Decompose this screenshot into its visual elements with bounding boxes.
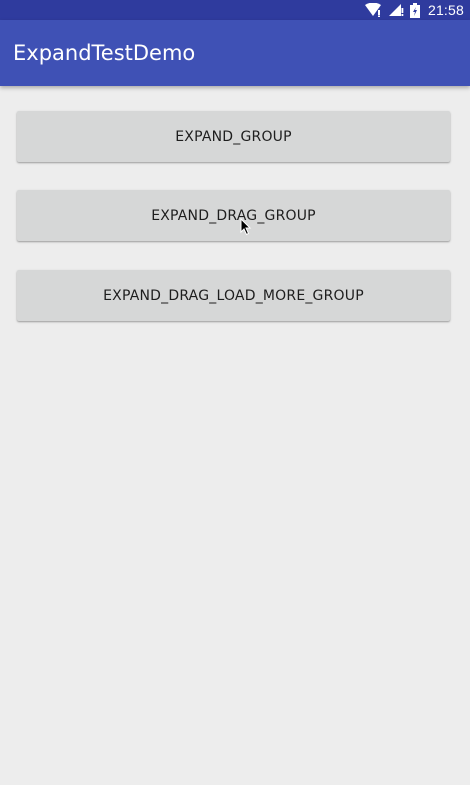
status-time: 21:58 [427,2,464,18]
battery-icon [409,2,420,18]
expand-group-button[interactable]: EXPAND_GROUP [17,111,450,162]
expand-drag-load-more-group-button[interactable]: EXPAND_DRAG_LOAD_MORE_GROUP [17,270,450,321]
wifi-icon [364,3,382,17]
status-icons: 21:58 [364,0,464,20]
status-bar: 21:58 [0,0,470,20]
mouse-pointer-icon [240,217,252,236]
button-label: EXPAND_DRAG_GROUP [151,207,316,224]
button-label: EXPAND_GROUP [175,128,292,145]
app-title: ExpandTestDemo [13,41,196,65]
main-content: EXPAND_GROUP EXPAND_DRAG_GROUP EXPAND_DR… [0,86,470,785]
signal-icon [388,3,404,17]
app-bar: ExpandTestDemo [0,20,470,86]
button-label: EXPAND_DRAG_LOAD_MORE_GROUP [103,287,364,304]
expand-drag-group-button[interactable]: EXPAND_DRAG_GROUP [17,190,450,241]
